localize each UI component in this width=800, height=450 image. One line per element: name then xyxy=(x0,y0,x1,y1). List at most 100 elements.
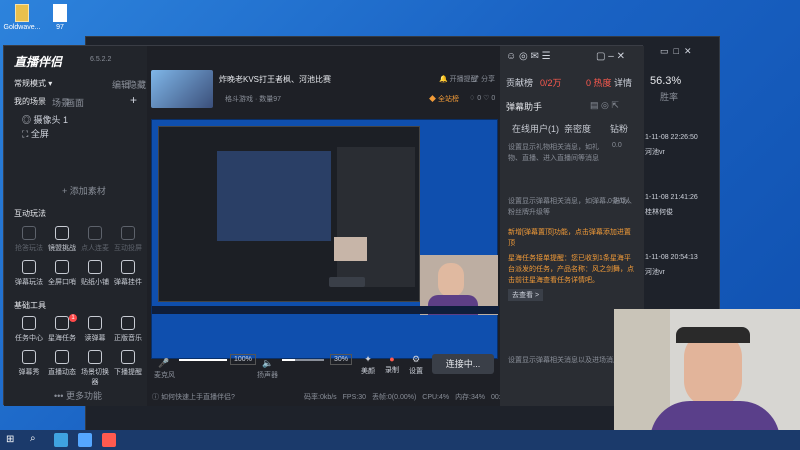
msg-pin-feature[interactable]: 新增[弹幕置顶]功能，点击弹幕添加进置顶 xyxy=(508,227,636,249)
entry-name: 桂林何俊 xyxy=(645,209,673,216)
speaker-icon[interactable]: 🔈 xyxy=(262,358,273,369)
share-button[interactable]: ⤴ 分享 xyxy=(472,74,495,84)
rank-button[interactable]: ◆ 全站榜 xyxy=(429,94,459,104)
app-logo: 直播伴侣 xyxy=(14,55,63,69)
quiz-icon[interactable]: 抢答玩法 xyxy=(14,226,44,253)
connect-button[interactable]: 连接中... xyxy=(432,354,494,374)
hair-shape xyxy=(676,327,750,343)
record-button[interactable]: ● 录制 xyxy=(385,354,399,375)
bg-entry: 1-11-08 22:26:50 河池vr xyxy=(645,134,715,157)
music-icon[interactable]: 正版音乐 xyxy=(113,316,143,343)
desktop-icon-file[interactable]: 97 xyxy=(40,4,80,31)
interactive-title: 互动玩法 xyxy=(14,209,46,218)
hide-button[interactable]: 隐藏 xyxy=(128,78,146,91)
webcam-feed xyxy=(614,309,800,450)
add-material-button[interactable]: + 添加素材 xyxy=(62,184,106,197)
mode-select[interactable]: 常规模式 ▾ xyxy=(14,78,52,89)
cast-icon[interactable]: 互动投屏 xyxy=(113,226,143,253)
money-value: 0/2万 xyxy=(540,78,562,88)
gear-icon: ⚙ xyxy=(411,354,421,364)
bg-entry: 1-11-08 20:54:13 河池vr xyxy=(645,254,715,277)
assistant-icons[interactable]: ▤ ◎ ⇱ xyxy=(590,100,619,111)
bg-percent-label: 胜率 xyxy=(660,92,679,102)
nested-preview xyxy=(217,151,331,241)
contrib-label[interactable]: 贡献榜 xyxy=(506,76,533,89)
nested-webcam xyxy=(334,237,367,261)
entry-time: 1-11-08 22:26:50 xyxy=(645,134,698,141)
source-label: 摄像头 1 xyxy=(33,115,69,125)
read-danmu-icon[interactable]: 读弹幕 xyxy=(80,316,110,343)
whistle-icon[interactable]: 全屏口哨 xyxy=(47,260,77,287)
more-features-button[interactable]: ••• 更多功能 xyxy=(54,389,102,402)
danmu-play-icon[interactable]: 弹幕玩法 xyxy=(14,260,44,287)
entry-time: 1-11-08 20:54:13 xyxy=(645,254,698,261)
challenge-icon[interactable]: 镜盟挑战 xyxy=(47,226,77,253)
room-title[interactable]: 炸晚老KVS打王者枫、河池比赛 xyxy=(219,74,331,85)
status-bar: 码率:0kb/s FPS:30 丢帧:0(0.00%) CPU:4% 内存:34… xyxy=(304,394,518,401)
face-shape xyxy=(438,263,464,297)
window-controls[interactable]: ▢ ‒ ✕ xyxy=(596,51,625,62)
entry-time: 1-11-08 21:41:26 xyxy=(645,194,698,201)
app-icon[interactable] xyxy=(78,433,92,447)
mic-slider[interactable] xyxy=(179,359,227,361)
tab-picture[interactable]: 画面 xyxy=(66,96,84,109)
nested-right-panel xyxy=(337,147,415,287)
top-icons[interactable]: ☺ ◎ ✉ ☰ xyxy=(506,51,551,62)
source-label: 全屏 xyxy=(30,129,49,139)
mic-icon[interactable]: 🎤 xyxy=(158,358,169,369)
mic-link-icon[interactable]: 点人连麦 xyxy=(80,226,110,253)
nested-start-button xyxy=(329,277,365,287)
speaker-label: 扬声器 xyxy=(257,372,278,379)
hot-value: 0 热度 xyxy=(586,78,612,88)
room-cover[interactable] xyxy=(151,70,213,108)
beauty-button[interactable]: ✦ 美颜 xyxy=(361,354,375,376)
desktop-icon-app[interactable]: Goldwave... xyxy=(2,4,42,31)
notification-badge: 1 xyxy=(69,314,77,322)
bg-percent: 56.3% xyxy=(650,75,682,87)
tab-intimacy[interactable]: 亲密度 xyxy=(564,122,591,135)
desktop-icon-label: 97 xyxy=(56,24,64,31)
view-task-button[interactable]: 去查看 > xyxy=(508,289,544,301)
preview-taskbar xyxy=(152,306,499,314)
basic-tools-title: 基础工具 xyxy=(14,301,46,310)
speaker-slider[interactable] xyxy=(282,359,324,361)
source-item[interactable]: ⛶ 全屏 xyxy=(22,127,49,140)
entry-name: 河池vr xyxy=(645,149,665,156)
count-value: 0.0 xyxy=(612,142,622,149)
search-icon[interactable]: ⌕ xyxy=(30,433,36,444)
settings-button[interactable]: ⚙ 设置 xyxy=(409,354,423,376)
room-subtitle: 格斗游戏 · 数量97 xyxy=(225,96,282,103)
count-users: 0条/0人 xyxy=(608,198,632,205)
tab-diamond-fans[interactable]: 钻粉 xyxy=(610,122,628,135)
msg-gift-setting: 设置显示礼物相关消息，如礼物、直播、进入直播间等消息 xyxy=(508,144,599,162)
like-counter: ♢ 0 ♡ 0 xyxy=(469,95,496,102)
entry-name: 河池vr xyxy=(645,269,665,276)
edge-icon[interactable] xyxy=(54,433,68,447)
preview-nested-window xyxy=(158,126,420,302)
task-center-icon[interactable]: 任务中心 xyxy=(14,316,44,343)
speaker-volume[interactable]: 30% xyxy=(330,354,353,365)
sticker-icon[interactable]: 贴纸小铺 xyxy=(80,260,110,287)
desktop-icon-label: Goldwave... xyxy=(3,24,41,31)
off-remind-icon[interactable]: 下播提醒 xyxy=(113,350,143,377)
beauty-icon: ✦ xyxy=(364,354,372,364)
bg-window-controls: ▭ □ ✕ xyxy=(660,46,692,56)
sidebar: 直播伴侣 6.5.2.2 常规模式 ▾ 编辑 隐藏 我的场景 场景 画面 + ◎… xyxy=(4,46,147,406)
help-link[interactable]: ⓘ 如何快速上手直播伴侣? xyxy=(152,392,235,402)
scene-switch-icon[interactable]: 场景切换器 xyxy=(80,350,110,387)
start-icon[interactable]: ⊞ xyxy=(6,434,14,445)
source-item[interactable]: ◎ 摄像头 1 xyxy=(22,113,68,126)
danmu-widget-icon[interactable]: 弹幕挂件 xyxy=(113,260,143,287)
add-scene-icon[interactable]: + xyxy=(130,93,137,107)
danmu-show-icon[interactable]: 弹幕秀 xyxy=(14,350,44,377)
tab-online-users[interactable]: 在线用户(1) xyxy=(512,122,559,135)
msg-star-task: 星海任务接单提醒：您已收到1条星海平台派发的任务，产品名称：风之剑舞，点击前往星… xyxy=(508,255,634,284)
mic-volume[interactable]: 100% xyxy=(230,354,256,365)
live-news-icon[interactable]: 直播动态 xyxy=(47,350,77,377)
danmu-assistant-title: 弹幕助手 xyxy=(506,102,543,112)
detail-button[interactable]: 详情 xyxy=(614,76,632,89)
live-companion-taskbar-icon[interactable] xyxy=(102,433,116,447)
scene-title: 我的场景 xyxy=(14,97,46,106)
stream-preview[interactable] xyxy=(151,119,499,359)
taskbar xyxy=(0,430,800,450)
